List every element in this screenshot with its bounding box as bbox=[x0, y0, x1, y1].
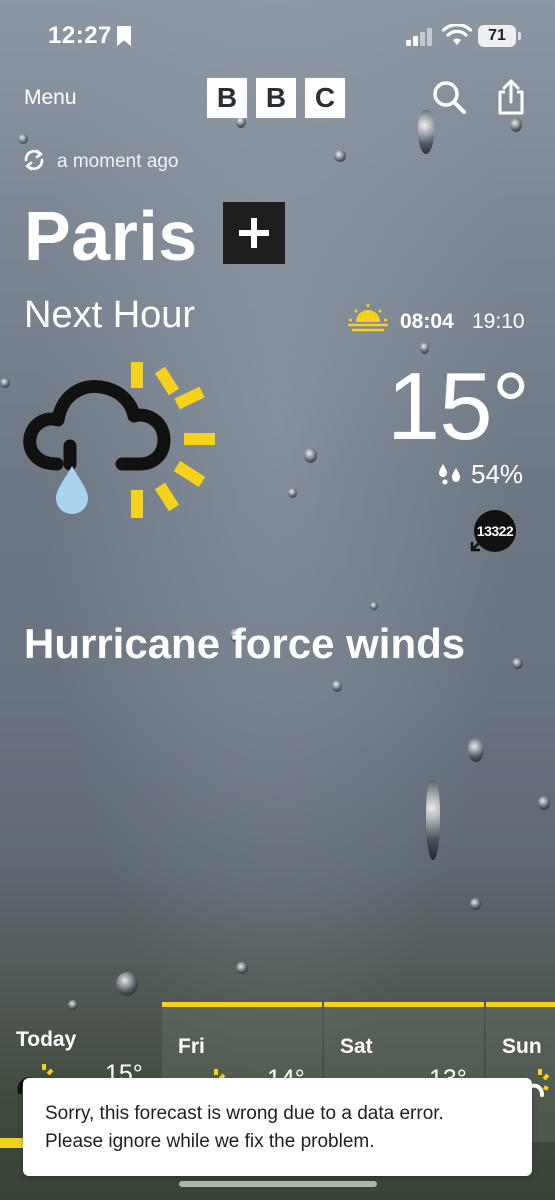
rain-drop bbox=[512, 658, 523, 669]
notice-line-1: Sorry, this forecast is wrong due to a d… bbox=[45, 1103, 444, 1124]
rain-drop bbox=[304, 448, 317, 463]
status-bar: 12:27 71 bbox=[0, 0, 555, 72]
share-icon[interactable] bbox=[496, 78, 526, 116]
bbc-logo[interactable]: B B C bbox=[207, 78, 345, 118]
rain-drop bbox=[332, 680, 342, 692]
forecast-day-label: Fri bbox=[178, 1035, 205, 1058]
cellular-signal-icon bbox=[406, 28, 434, 46]
city-name: Paris bbox=[24, 197, 198, 275]
refresh-icon[interactable] bbox=[22, 148, 46, 172]
rain-drop bbox=[334, 150, 346, 162]
wind-direction-icon bbox=[470, 538, 484, 552]
rain-drop bbox=[0, 378, 10, 388]
bookmark-icon bbox=[117, 26, 131, 46]
sunset-time: 19:10 bbox=[472, 310, 525, 333]
today-indicator-bar bbox=[0, 1138, 24, 1148]
battery-icon: 71 bbox=[478, 25, 521, 47]
cloud-rain-sun-icon bbox=[23, 362, 215, 518]
status-time: 12:27 bbox=[48, 22, 112, 49]
period-title: Next Hour bbox=[24, 294, 196, 336]
logo-letter: B bbox=[207, 78, 247, 118]
rain-drop bbox=[426, 780, 440, 860]
humidity-value: 54% bbox=[471, 459, 524, 489]
menu-button[interactable]: Menu bbox=[24, 86, 77, 110]
home-indicator[interactable] bbox=[179, 1181, 377, 1187]
rain-drop bbox=[468, 738, 484, 762]
weather-headline: Hurricane force winds bbox=[24, 620, 466, 667]
forecast-day-label: Today bbox=[16, 1028, 77, 1051]
sunrise-time: 08:04 bbox=[400, 310, 454, 333]
rain-drop bbox=[418, 110, 434, 154]
rain-drop bbox=[18, 134, 28, 144]
rain-drop bbox=[370, 602, 378, 610]
search-icon[interactable] bbox=[432, 80, 466, 114]
forecast-day-label: Sun bbox=[502, 1035, 542, 1058]
logo-letter: C bbox=[305, 78, 345, 118]
notice-line-2: Please ignore while we fix the problem. bbox=[45, 1131, 375, 1152]
rain-drop bbox=[470, 898, 481, 910]
humidity-icon bbox=[439, 464, 460, 485]
rain-drop bbox=[116, 972, 138, 996]
sunrise-icon bbox=[348, 304, 388, 332]
rain-drop bbox=[288, 488, 297, 498]
logo-letter: B bbox=[256, 78, 296, 118]
rain-drop bbox=[236, 962, 248, 974]
last-updated-text: a moment ago bbox=[57, 151, 179, 172]
rain-drop bbox=[538, 796, 550, 810]
add-location-button[interactable] bbox=[223, 202, 285, 264]
current-temperature: 15° bbox=[386, 353, 530, 460]
rain-drop bbox=[510, 118, 522, 132]
wifi-icon bbox=[442, 24, 472, 45]
data-error-notice: Sorry, this forecast is wrong due to a d… bbox=[23, 1078, 532, 1176]
forecast-day-label: Sat bbox=[340, 1035, 373, 1058]
